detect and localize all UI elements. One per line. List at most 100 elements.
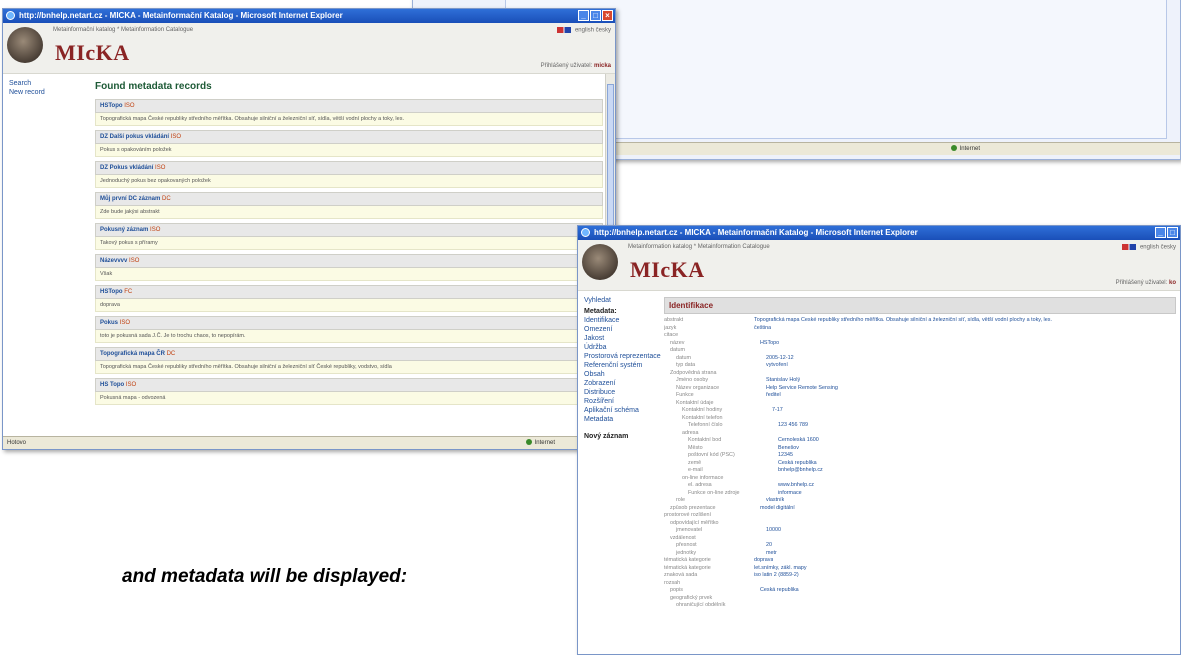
record-title[interactable]: Pokus: [100, 320, 118, 326]
record-title-link[interactable]: Můj první DC záznam DC: [95, 192, 603, 206]
record-standard: ISO: [125, 382, 137, 388]
record-title[interactable]: HSTopo: [100, 103, 123, 109]
field-row: Kontaktní telefon: [664, 415, 1176, 423]
sidebar-item-metadata-section[interactable]: Jakost: [584, 335, 663, 342]
sidebar-item-new-record[interactable]: Nový záznam: [584, 433, 663, 440]
record-title[interactable]: DZ Pokus vkládání: [100, 165, 153, 171]
page-title: Found metadata records: [95, 81, 212, 92]
field-label: země: [688, 459, 702, 466]
record-title-link[interactable]: HS Topo ISO: [95, 378, 603, 392]
field-row: el. adresa www.bnhelp.cz: [664, 482, 1176, 490]
language-switch[interactable]: english česky: [1121, 244, 1176, 251]
language-links[interactable]: english česky: [575, 28, 611, 34]
sidebar-item-metadata-section[interactable]: Distribuce: [584, 389, 663, 396]
field-label: adresa: [682, 429, 699, 436]
record-title-link[interactable]: Pokus ISO: [95, 316, 603, 330]
identification-fields: abstrakt Topografická mapa České republik…: [664, 317, 1176, 610]
ie-icon: [581, 228, 590, 237]
field-label: popis: [670, 587, 683, 593]
record-item: DZ Pokus vkládání ISO Jednoduchý pokus be…: [95, 161, 603, 188]
record-item: Názevvvv ISO Však: [95, 254, 603, 281]
record-title[interactable]: Pokusný záznam: [100, 227, 148, 233]
field-value: 20: [766, 542, 772, 548]
metadata-detail-window: http://bnhelp.netart.cz - MICKA - Metain…: [577, 225, 1181, 655]
record-abstract: Topografická mapa České republiky středn…: [95, 113, 603, 126]
sidebar-item-new-record[interactable]: New record: [9, 89, 88, 96]
field-row: jazyk čeština: [664, 325, 1176, 333]
record-item: Můj první DC záznam DC Zde bude jakýsi ab…: [95, 192, 603, 219]
right-window-titlebar[interactable]: http://bnhelp.netart.cz - MICKA - Metain…: [578, 226, 1180, 240]
language-switch[interactable]: english česky: [556, 27, 611, 34]
field-label: datum: [676, 354, 691, 361]
field-row: znaková sada iso latin 2 (8859-2): [664, 572, 1176, 580]
field-label: abstrakt: [664, 317, 684, 323]
field-label: Kontaktní bod: [688, 437, 722, 443]
record-item: DZ Další pokus vkládání ISO Pokus s opako…: [95, 130, 603, 157]
status-zone: Internet: [959, 146, 980, 152]
sidebar-item-metadata-section[interactable]: Obsah: [584, 371, 663, 378]
field-row: Název organizace Help Service Remote Sens…: [664, 385, 1176, 393]
sidebar-item-metadata-section[interactable]: Omezení: [584, 326, 663, 333]
language-links[interactable]: english česky: [1140, 245, 1176, 251]
record-title-link[interactable]: Pokusný záznam ISO: [95, 223, 603, 237]
field-row: tématická kategorie doprava: [664, 557, 1176, 565]
sidebar-item-metadata-section[interactable]: Aplikační schéma: [584, 407, 663, 414]
field-label: odpovídající měřítko: [670, 519, 719, 526]
record-title[interactable]: Názevvvv: [100, 258, 127, 264]
field-label: přesnost: [676, 542, 697, 548]
field-row: Funkce on-line zdroje informace: [664, 490, 1176, 498]
record-abstract: Pokusná mapa - odvozená: [95, 392, 603, 405]
record-title-link[interactable]: Topografická mapa ČR DC: [95, 347, 603, 361]
record-title-link[interactable]: Názevvvv ISO: [95, 254, 603, 268]
field-row: role vlastník: [664, 497, 1176, 505]
window-title: http://bnhelp.netart.cz - MICKA - Metain…: [19, 11, 343, 20]
left-window-titlebar[interactable]: http://bnhelp.netart.cz - MICKA - Metain…: [3, 9, 615, 23]
record-abstract: Však: [95, 268, 603, 281]
record-title-link[interactable]: HSTopo ISO: [95, 99, 603, 113]
record-title-link[interactable]: DZ Pokus vkládání ISO: [95, 161, 603, 175]
sidebar-item-search[interactable]: Search: [9, 80, 88, 87]
field-row: Telefonní číslo 123 456 789: [664, 422, 1176, 430]
sidebar-item-metadata-section[interactable]: Zobrazení: [584, 380, 663, 387]
field-value: 7-17: [772, 407, 783, 413]
sidebar-item-metadata-section[interactable]: Metadata: [584, 416, 663, 423]
record-title[interactable]: Topografická mapa ČR: [100, 351, 165, 357]
minimize-button[interactable]: _: [1155, 227, 1166, 238]
field-value: 2005-12-12: [766, 354, 794, 361]
field-row: název HSTopo: [664, 340, 1176, 348]
left-statusbar: Hotovo Internet: [3, 436, 615, 449]
app-header: Metainformační katalog * Metainformation…: [3, 23, 615, 74]
record-title-link[interactable]: HSTopo FC: [95, 285, 603, 299]
close-button[interactable]: ×: [602, 10, 613, 21]
maximize-button[interactable]: □: [590, 10, 601, 21]
metadata-main: Identifikace abstrakt Topografická mapa Č…: [664, 291, 1176, 642]
minimize-button[interactable]: _: [578, 10, 589, 21]
maximize-button[interactable]: □: [1167, 227, 1178, 238]
sidebar-item-search[interactable]: Vyhledat: [584, 297, 663, 304]
sidebar-item-metadata-section[interactable]: Referenční systém: [584, 362, 663, 369]
field-row: Kontaktní údaje: [664, 400, 1176, 408]
sidebar-item-metadata-section[interactable]: Údržba: [584, 344, 663, 351]
sidebar-heading-metadata: Metadata:: [584, 308, 617, 315]
field-label: citace: [664, 332, 679, 338]
internet-zone-icon: [525, 439, 532, 446]
record-title[interactable]: HS Topo: [100, 382, 124, 388]
left-sidebar: Search New record: [3, 74, 88, 437]
brand-logo-text: MIcKA: [55, 40, 130, 65]
internet-zone-icon: [950, 145, 957, 152]
record-title[interactable]: HSTopo: [100, 289, 123, 295]
sidebar-item-metadata-section[interactable]: Prostorová reprezentace: [584, 353, 663, 360]
record-title[interactable]: Můj první DC záznam: [100, 196, 160, 202]
field-label: Kontaktní hodiny: [682, 407, 723, 413]
field-row: země Česká republika: [664, 460, 1176, 468]
field-value: doprava: [754, 557, 774, 563]
sidebar-item-metadata-section[interactable]: Identifikace: [584, 317, 663, 324]
field-value: 12345: [778, 452, 793, 458]
record-title-link[interactable]: DZ Další pokus vkládání ISO: [95, 130, 603, 144]
record-title[interactable]: DZ Další pokus vkládání: [100, 134, 169, 140]
field-label: Jméno osoby: [676, 377, 709, 383]
record-item: Pokus ISO toto je pokusná sada J.Č. Je to…: [95, 316, 603, 343]
sidebar-item-metadata-section[interactable]: Rozšíření: [584, 398, 663, 405]
field-label: prostorové rozlišení: [664, 512, 712, 518]
field-value: Česká republika: [778, 459, 817, 466]
